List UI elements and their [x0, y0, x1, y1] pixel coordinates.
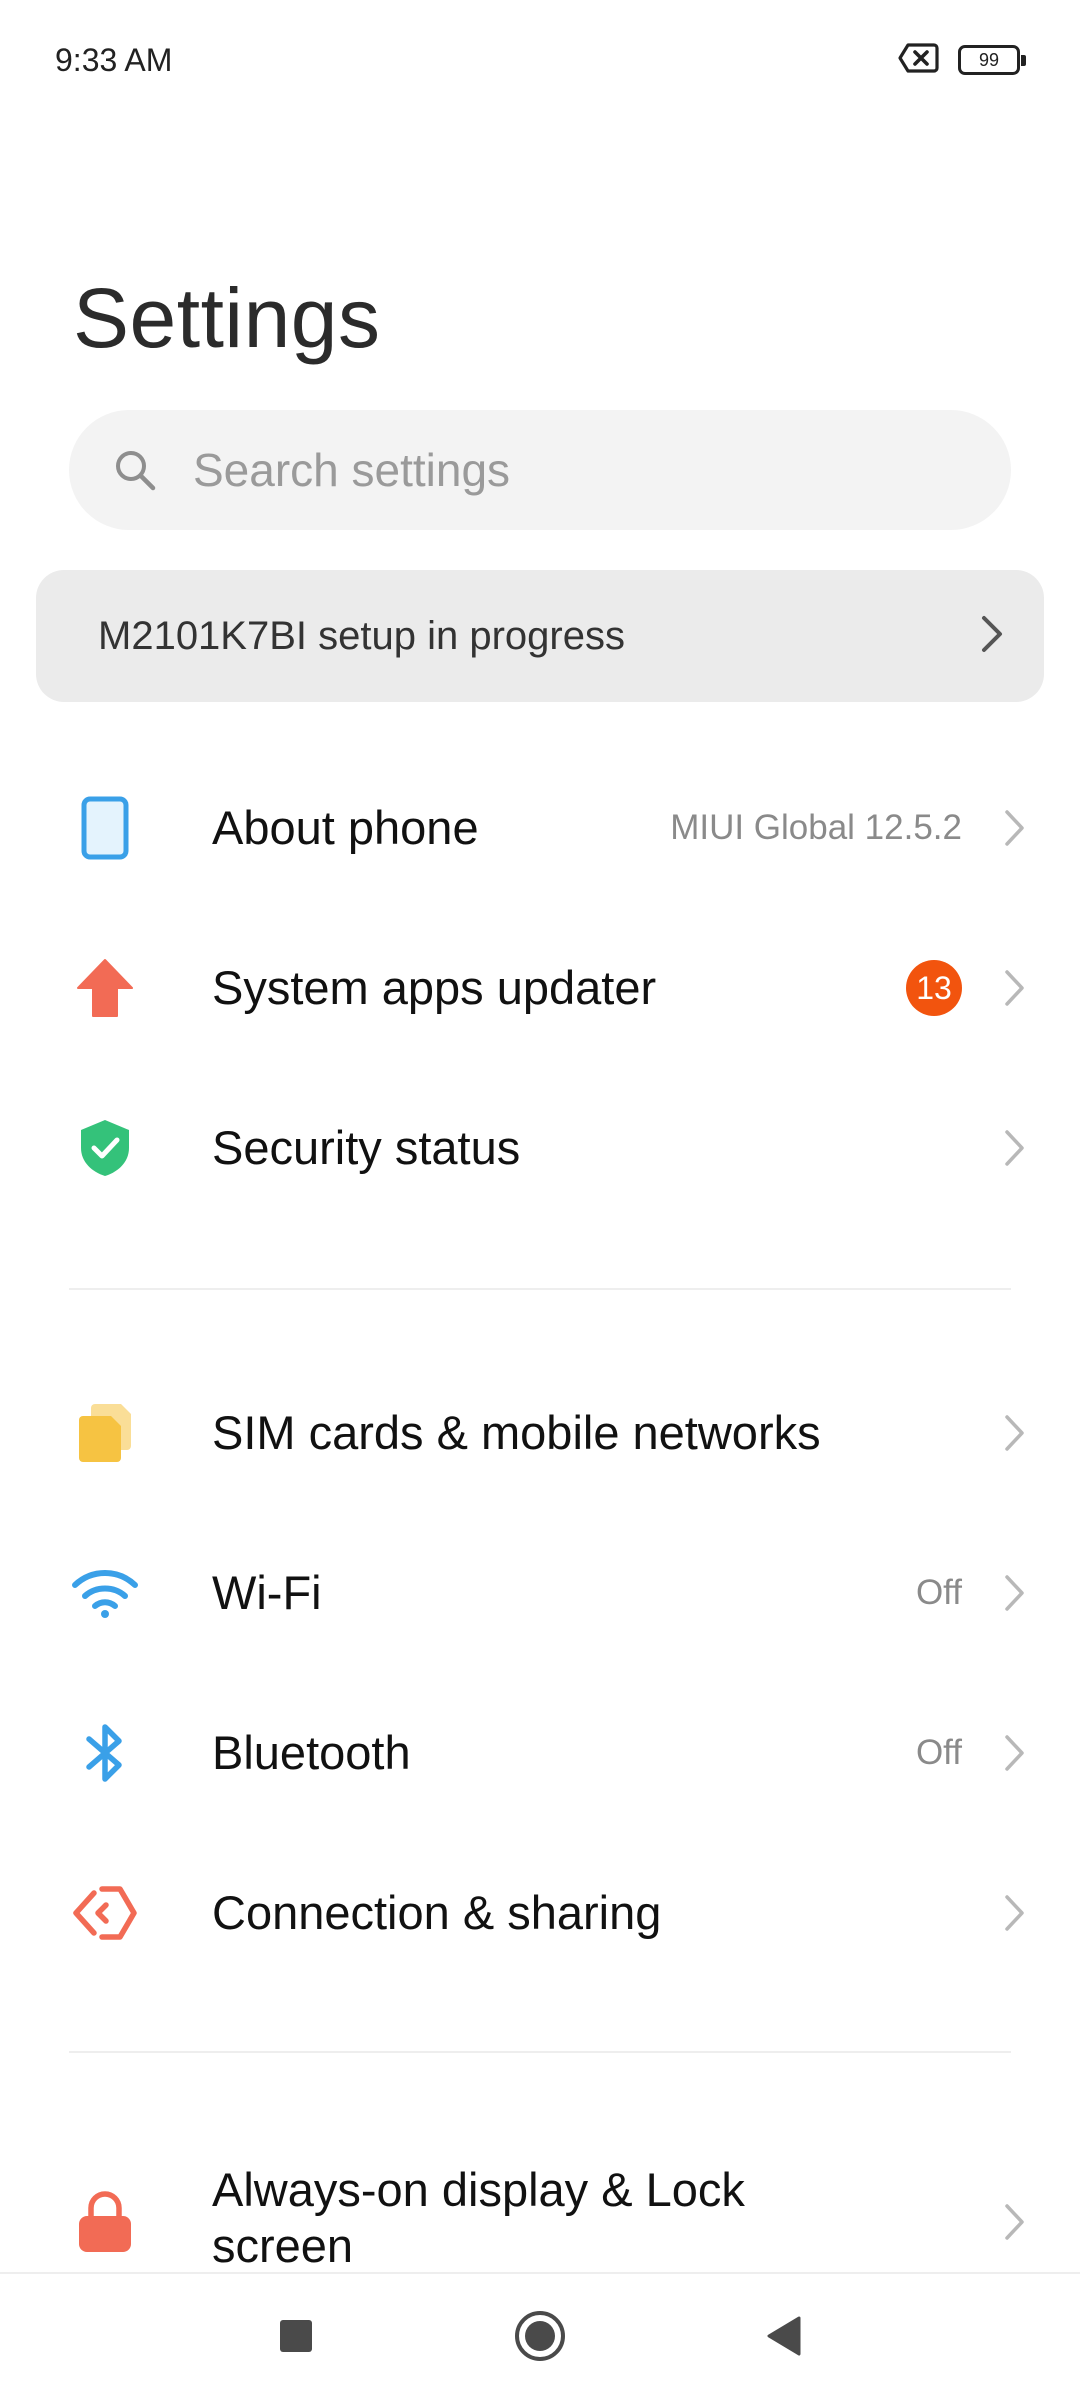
- settings-item-label: Wi-Fi: [212, 1566, 322, 1619]
- chevron-right-icon: [1000, 2200, 1030, 2244]
- settings-item-value: Off: [915, 1733, 962, 1772]
- status-icons: 99: [898, 42, 1026, 79]
- settings-item-label-line1: Always-on display & Lock: [212, 2163, 745, 2216]
- settings-item-label: SIM cards & mobile networks: [212, 1406, 821, 1459]
- search-bar[interactable]: [69, 410, 1011, 530]
- no-sim-icon: [898, 42, 940, 79]
- page-title: Settings: [73, 271, 381, 365]
- chevron-right-icon: [1000, 1571, 1030, 1615]
- settings-item-label-line2: screen: [212, 2219, 354, 2272]
- settings-item-system-apps-updater[interactable]: System apps updater 13: [0, 913, 1080, 1063]
- back-triangle-icon: [765, 2315, 803, 2362]
- settings-item-label: Security status: [212, 1121, 521, 1174]
- recents-button[interactable]: [236, 2274, 356, 2402]
- settings-item-connection-sharing[interactable]: Connection & sharing: [0, 1838, 1080, 1988]
- update-count-badge: 13: [906, 960, 962, 1016]
- chevron-right-icon: [1000, 1891, 1030, 1935]
- search-input[interactable]: [191, 442, 955, 498]
- status-time: 9:33 AM: [55, 42, 173, 78]
- settings-item-label: Bluetooth: [212, 1726, 411, 1779]
- section-divider: [69, 2051, 1011, 2053]
- circle-icon: [514, 2310, 566, 2367]
- chevron-right-icon: [1000, 1411, 1030, 1455]
- status-bar: 9:33 AM 99: [0, 0, 1080, 120]
- battery-level: 99: [978, 49, 1000, 70]
- chevron-right-icon: [1000, 966, 1030, 1010]
- sim-card-icon: [70, 1398, 140, 1468]
- settings-item-value: MIUI Global 12.5.2: [670, 808, 962, 847]
- section-divider: [69, 1288, 1011, 1290]
- setup-banner[interactable]: M2101K7BI setup in progress: [36, 570, 1044, 702]
- arrow-up-icon: [70, 953, 140, 1023]
- setup-banner-text: M2101K7BI setup in progress: [98, 613, 625, 658]
- settings-item-label: Connection & sharing: [212, 1886, 662, 1939]
- wifi-icon: [70, 1558, 140, 1628]
- settings-item-label: About phone: [212, 801, 479, 854]
- square-icon: [278, 2318, 314, 2359]
- settings-item-label: Always-on display & Lock screen: [212, 2162, 745, 2274]
- chevron-right-icon: [1000, 1126, 1030, 1170]
- settings-item-sim-cards[interactable]: SIM cards & mobile networks: [0, 1358, 1080, 1508]
- settings-item-wifi[interactable]: Wi-Fi Off: [0, 1518, 1080, 1668]
- shield-check-icon: [70, 1113, 140, 1183]
- search-icon: [111, 446, 159, 494]
- settings-item-security-status[interactable]: Security status: [0, 1073, 1080, 1223]
- navigation-bar: [0, 2272, 1080, 2400]
- settings-item-value: Off: [915, 1573, 962, 1612]
- settings-item-about-phone[interactable]: About phone MIUI Global 12.5.2: [0, 753, 1080, 903]
- battery-icon: 99: [958, 45, 1026, 75]
- connection-sharing-icon: [70, 1878, 140, 1948]
- settings-item-bluetooth[interactable]: Bluetooth Off: [0, 1678, 1080, 1828]
- chevron-right-icon: [1000, 806, 1030, 850]
- lock-icon: [70, 2187, 140, 2257]
- home-button[interactable]: [480, 2274, 600, 2402]
- phone-icon: [70, 793, 140, 863]
- back-button[interactable]: [724, 2274, 844, 2402]
- chevron-right-icon: [980, 614, 1004, 659]
- chevron-right-icon: [1000, 1731, 1030, 1775]
- bluetooth-icon: [70, 1718, 140, 1788]
- settings-item-label: System apps updater: [212, 961, 657, 1014]
